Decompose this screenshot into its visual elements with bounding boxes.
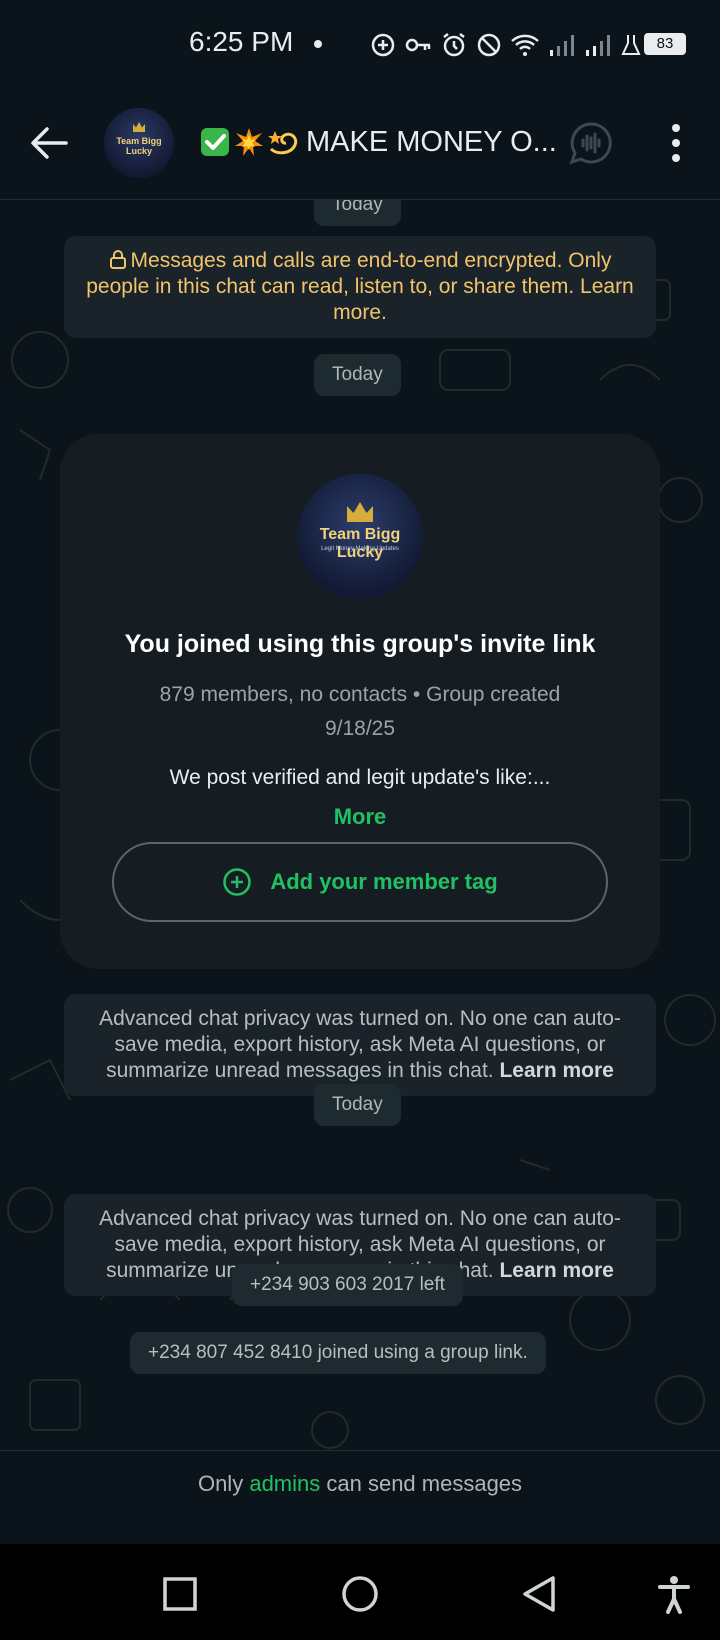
avatar-logo-text: Team Bigg Lucky — [319, 526, 401, 561]
notification-dot-icon — [314, 40, 322, 48]
date-divider: Today — [314, 200, 401, 226]
chat-header: Team Bigg Lucky MAKE MONEY O... — [0, 90, 720, 200]
footer-prefix: Only — [197, 1471, 244, 1496]
crown-icon — [133, 122, 145, 132]
dizzy-emoji — [268, 131, 298, 155]
encryption-text: Messages and calls are end-to-end encryp… — [86, 249, 634, 324]
member-joined-event: +234 807 452 8410 joined using a group l… — [130, 1332, 546, 1374]
avatar-logo-text: Team Bigg Lucky — [116, 136, 162, 156]
group-card-meta: 879 members, no contacts • Group created… — [159, 683, 561, 740]
signal-icon — [550, 35, 574, 56]
add-member-tag-button[interactable]: Add your member tag — [112, 842, 608, 922]
avatar-logo-tagline: Legit Money Making Updates — [321, 546, 399, 552]
dnd-icon — [477, 33, 501, 57]
date-divider: Today — [314, 1084, 401, 1126]
group-info-card: Team Bigg Lucky Legit Money Making Updat… — [60, 434, 660, 969]
chat-area[interactable]: Today Messages and calls are end-to-end … — [0, 200, 720, 1450]
more-options-icon[interactable] — [664, 122, 688, 164]
group-description: We post verified and legit update's like… — [169, 766, 551, 789]
chat-title-row[interactable]: MAKE MONEY O... — [200, 118, 557, 166]
privacy-notice[interactable]: Advanced chat privacy was turned on. No … — [64, 994, 656, 1096]
key-icon — [405, 38, 431, 52]
lab-icon — [621, 35, 641, 55]
back-arrow-icon[interactable] — [26, 120, 72, 166]
chat-title: MAKE MONEY O... — [306, 125, 557, 158]
collision-emoji — [235, 128, 263, 156]
accessibility-icon[interactable] — [654, 1574, 694, 1614]
group-avatar[interactable]: Team Bigg Lucky — [104, 108, 174, 178]
home-circle-icon[interactable] — [340, 1574, 380, 1614]
footer-suffix: can send messages — [326, 1471, 523, 1496]
date-divider: Today — [314, 354, 401, 396]
group-avatar-large[interactable]: Team Bigg Lucky Legit Money Making Updat… — [297, 474, 423, 600]
system-nav-bar — [0, 1544, 720, 1640]
learn-more-link[interactable]: Learn more — [499, 1059, 613, 1082]
add-member-tag-label: Add your member tag — [270, 869, 498, 894]
status-bar: 6:25 PM 83 — [0, 0, 720, 90]
voice-chat-icon[interactable] — [568, 120, 614, 166]
alarm-icon — [443, 33, 465, 57]
admins-only-footer: Only admins can send messages — [0, 1450, 720, 1544]
encryption-notice[interactable]: Messages and calls are end-to-end encryp… — [64, 236, 656, 338]
recents-square-icon[interactable] — [160, 1574, 200, 1614]
add-circle-icon — [223, 868, 252, 896]
admins-link[interactable]: admins — [249, 1471, 320, 1496]
battery-icon: 83 — [644, 33, 686, 55]
status-time: 6:25 PM — [189, 26, 294, 57]
signal-icon — [586, 35, 610, 56]
learn-more-link[interactable]: Learn more — [499, 1259, 613, 1282]
group-card-title: You joined using this group's invite lin… — [124, 630, 596, 658]
check-emoji — [201, 128, 229, 156]
lock-icon — [109, 250, 126, 269]
crown-icon — [347, 502, 373, 522]
member-left-event: +234 903 603 2017 left — [232, 1264, 463, 1306]
back-triangle-icon[interactable] — [520, 1574, 560, 1614]
more-link[interactable]: More — [60, 804, 660, 830]
wifi-icon — [511, 34, 539, 56]
plus-circle-icon — [371, 33, 395, 57]
status-icons — [370, 28, 642, 62]
